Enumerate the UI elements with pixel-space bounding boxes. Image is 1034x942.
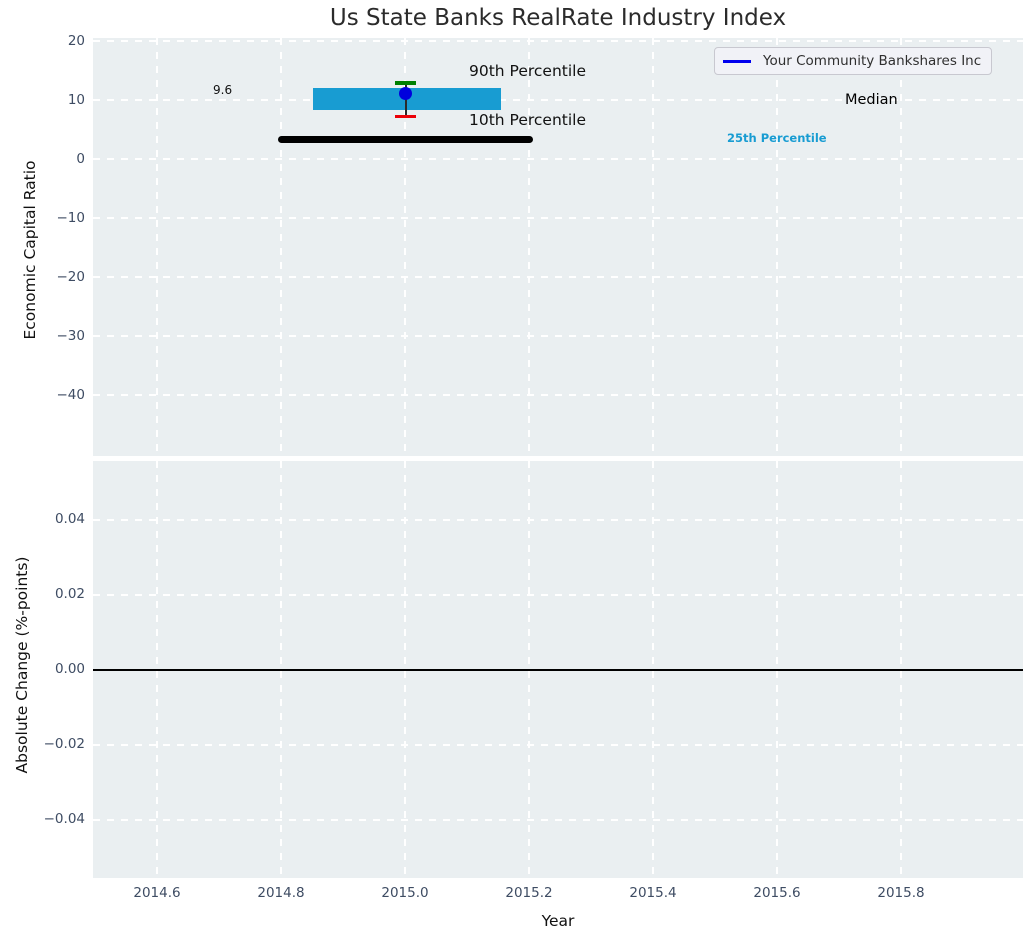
gridline [93, 335, 1023, 337]
gridline [652, 38, 654, 456]
legend-label: Your Community Bankshares Inc [763, 53, 982, 69]
top-plot: 9.6 90th Percentile 10th Percentile 25th… [93, 38, 1023, 456]
gridline [900, 38, 902, 456]
bottom-ylabel: Absolute Change (%-points) [13, 556, 31, 774]
xtick: 2015.0 [381, 885, 429, 901]
ytick-bottom: 0.04 [54, 511, 85, 527]
zero-line [93, 669, 1023, 672]
xtick: 2015.4 [629, 885, 677, 901]
gridline [156, 38, 158, 456]
ytick-top: 10 [67, 92, 85, 108]
gridline [93, 217, 1023, 219]
legend: Your Community Bankshares Inc [714, 47, 993, 75]
gridline [528, 38, 530, 456]
p90-cap [395, 81, 416, 85]
company-marker [399, 87, 412, 100]
xtick: 2014.8 [257, 885, 305, 901]
xtick: 2015.6 [753, 885, 801, 901]
ytick-top: −40 [56, 387, 86, 403]
p90-label: 90th Percentile [469, 62, 587, 80]
bottom-plot [93, 461, 1023, 878]
gridline [93, 744, 1023, 746]
ytick-bottom: −0.04 [43, 811, 85, 827]
gridline [93, 519, 1023, 521]
gridline [93, 158, 1023, 160]
p10-cap [395, 114, 416, 118]
p10-label: 10th Percentile [469, 111, 587, 129]
top-ylabel: Economic Capital Ratio [21, 160, 39, 340]
xtick: 2015.2 [505, 885, 553, 901]
gridline [776, 38, 778, 456]
gridline [93, 819, 1023, 821]
figure: Us State Banks RealRate Industry Index 9… [0, 0, 1034, 942]
gridline [93, 594, 1023, 596]
ytick-top: 20 [67, 33, 85, 49]
gridline [93, 394, 1023, 396]
median-line [278, 136, 533, 143]
gridline [93, 40, 1023, 42]
median-value-label: 9.6 [213, 83, 233, 97]
legend-line-icon [723, 59, 751, 63]
median-label: Median [845, 92, 898, 108]
xtick: 2015.8 [877, 885, 925, 901]
xaxis-label: Year [541, 912, 575, 930]
gridline [93, 276, 1023, 278]
chart-title: Us State Banks RealRate Industry Index [329, 5, 787, 31]
xtick: 2014.6 [133, 885, 181, 901]
p25-label: 25th Percentile [727, 131, 827, 145]
gridline [280, 38, 282, 456]
